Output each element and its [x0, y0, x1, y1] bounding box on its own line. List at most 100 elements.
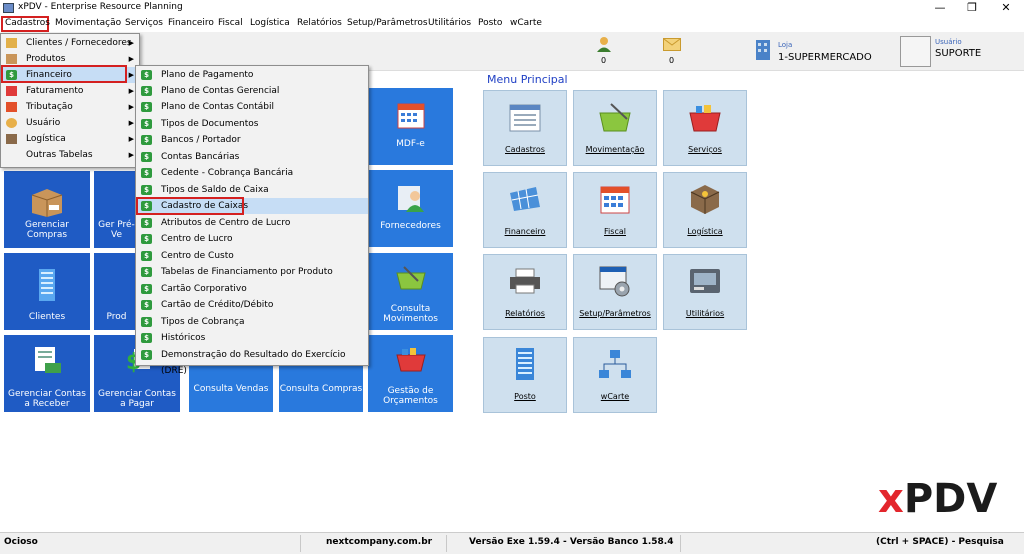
item-label: Tipos de Documentos: [161, 119, 259, 129]
tile-gerenciar-compras[interactable]: Gerenciar Compras: [4, 171, 90, 248]
status-version: Versão Exe 1.59.4 - Versão Banco 1.58.4: [469, 537, 674, 547]
submenu-item[interactable]: $ Tipos de Cobrança: [136, 314, 368, 330]
mp-utilitarios[interactable]: Utilitários: [663, 254, 747, 330]
tile-label: Ger Pré-Ve: [98, 220, 135, 240]
mp-financeiro[interactable]: Financeiro: [483, 172, 567, 248]
submenu-item[interactable]: $ Plano de Contas Contábil: [136, 99, 368, 115]
menu-utilitarios[interactable]: Utilitários: [428, 18, 471, 28]
tile-fornecedores[interactable]: Fornecedores: [368, 170, 453, 247]
submenu-item[interactable]: $ Centro de Lucro: [136, 231, 368, 247]
submenu-item[interactable]: $ Tipos de Documentos: [136, 116, 368, 132]
mp-label: Relatórios: [505, 309, 545, 318]
item-label: Bancos / Portador: [161, 135, 241, 145]
restore-button[interactable]: ❐: [956, 0, 988, 16]
menu-cadastros[interactable]: Cadastros: [5, 18, 50, 28]
submenu-item[interactable]: $ Demonstração do Resultado do Exercício …: [136, 347, 368, 376]
close-button[interactable]: ✕: [990, 0, 1022, 16]
tile-contas-receber[interactable]: Gerenciar Contas a Receber: [4, 335, 90, 412]
arrow-right-icon: ▶: [128, 135, 134, 143]
tile-consulta-movimentos[interactable]: Consulta Movimentos: [368, 253, 453, 330]
mp-servicos[interactable]: Serviços: [663, 90, 747, 166]
red-basket-icon: [395, 348, 426, 372]
mp-movimentacao[interactable]: Movimentação: [573, 90, 657, 166]
mp-fiscal[interactable]: Fiscal: [573, 172, 657, 248]
arrow-right-icon: ▶: [128, 39, 134, 47]
tile-label: Gerenciar Contas a Pagar: [97, 389, 176, 409]
user-avatar: [900, 36, 931, 67]
xpdv-logo: xPDV: [878, 476, 997, 522]
dollar-icon: $: [141, 234, 152, 244]
item-label: Cedente - Cobrança Bancária: [161, 168, 294, 178]
tile-gestao-orcamentos[interactable]: Gestão de Orçamentos: [368, 335, 453, 412]
calendar-icon: [397, 103, 424, 129]
submenu-item[interactable]: $ Plano de Pagamento: [136, 67, 368, 83]
menu-servicos[interactable]: Serviços: [125, 18, 163, 28]
submenu-item[interactable]: $ Tabelas de Financiamento por Produto: [136, 264, 368, 280]
cube-icon: [690, 185, 720, 214]
financeiro-highlight: [1, 65, 127, 83]
status-separator: [446, 535, 447, 552]
arrow-right-icon: ▶: [128, 71, 134, 79]
status-separator: [300, 535, 301, 552]
menu-wcarte[interactable]: wCarte: [510, 18, 542, 28]
menu-financeiro[interactable]: Financeiro: [168, 18, 214, 28]
dollar-icon: $: [141, 333, 152, 343]
form-icon: [509, 104, 541, 132]
mp-cadastros[interactable]: Cadastros: [483, 90, 567, 166]
menu-item-clientes[interactable]: Clientes / Fornecedores ▶: [1, 35, 139, 51]
tile-produtos[interactable]: Prod: [94, 253, 139, 330]
menu-item-faturamento[interactable]: Faturamento ▶: [1, 83, 139, 99]
submenu-item[interactable]: $ Centro de Custo: [136, 248, 368, 264]
menu-item-outras-tabelas[interactable]: Outras Tabelas ▶: [1, 147, 139, 163]
mp-relatorios[interactable]: Relatórios: [483, 254, 567, 330]
submenu-item[interactable]: $ Tipos de Saldo de Caixa: [136, 182, 368, 198]
item-label: Tabelas de Financiamento por Produto: [161, 267, 333, 277]
item-label: Clientes / Fornecedores: [26, 38, 132, 48]
menu-relatorios[interactable]: Relatórios: [297, 18, 342, 28]
mp-label: Movimentação: [585, 145, 645, 154]
item-label: Cartão de Crédito/Débito: [161, 300, 274, 310]
minimize-button[interactable]: —: [924, 0, 956, 16]
dollar-icon: $: [141, 152, 152, 162]
submenu-item[interactable]: $ Contas Bancárias: [136, 149, 368, 165]
menu-fiscal[interactable]: Fiscal: [218, 18, 243, 28]
menu-logistica[interactable]: Logística: [250, 18, 290, 28]
item-label: Usuário: [26, 118, 61, 128]
mp-posto[interactable]: Posto: [483, 337, 567, 413]
mp-label: Fiscal: [604, 227, 626, 236]
item-label: Históricos: [161, 333, 206, 343]
item-label: Cartão Corporativo: [161, 284, 247, 294]
tile-mdfe[interactable]: MDF-e: [368, 88, 453, 165]
mp-setup[interactable]: Setup/Parâmetros: [573, 254, 657, 330]
menu-posto[interactable]: Posto: [478, 18, 502, 28]
tile-clientes[interactable]: Clientes: [4, 253, 90, 330]
building-icon: [39, 269, 55, 301]
item-label: Contas Bancárias: [161, 152, 240, 162]
box-icon: [31, 189, 63, 217]
menu-item-tributacao[interactable]: Tributação ▶: [1, 99, 139, 115]
menu-item-logistica[interactable]: Logística ▶: [1, 131, 139, 147]
arrow-right-icon: ▶: [128, 87, 134, 95]
submenu-item[interactable]: $ Cedente - Cobrança Bancária: [136, 165, 368, 181]
menu-movimentacao[interactable]: Movimentação: [55, 18, 121, 28]
submenu-item[interactable]: $ Cartão de Crédito/Débito: [136, 297, 368, 313]
item-label: Atributos de Centro de Lucro: [161, 218, 291, 228]
submenu-item[interactable]: $ Históricos: [136, 330, 368, 346]
usuario-value: SUPORTE: [935, 48, 982, 59]
menu-item-usuario[interactable]: Usuário ▶: [1, 115, 139, 131]
submenu-item[interactable]: $ Plano de Contas Gerencial: [136, 83, 368, 99]
basket-icon: [395, 266, 426, 290]
messages-button[interactable]: [663, 38, 681, 54]
submenu-item[interactable]: $ Cartão Corporativo: [136, 281, 368, 297]
mp-wcarte[interactable]: wCarte: [573, 337, 657, 413]
user-icon: [597, 37, 611, 52]
users-button[interactable]: [596, 36, 612, 55]
loja-value: 1-SUPERMERCADO: [778, 52, 872, 63]
envelope-icon: [663, 38, 681, 51]
submenu-item[interactable]: $ Atributos de Centro de Lucro: [136, 215, 368, 231]
tile-gerenciar-pre-venda[interactable]: Ger Pré-Ve: [94, 171, 139, 248]
arrow-right-icon: ▶: [128, 119, 134, 127]
mp-logistica[interactable]: Logística: [663, 172, 747, 248]
submenu-item[interactable]: $ Bancos / Portador: [136, 132, 368, 148]
menu-setup[interactable]: Setup/Parâmetros: [347, 18, 428, 28]
